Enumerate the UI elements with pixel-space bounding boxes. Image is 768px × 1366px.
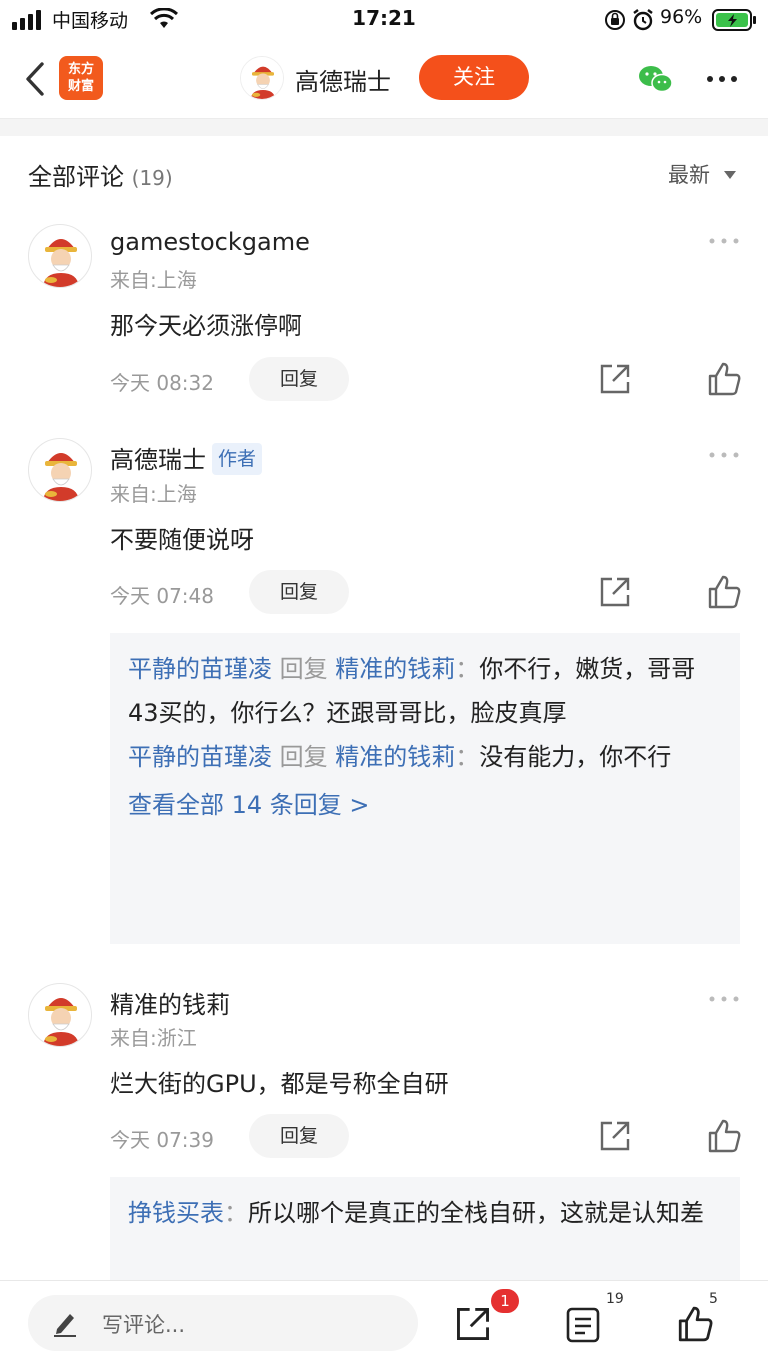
comment-more-icon[interactable] bbox=[708, 994, 740, 1004]
share-icon[interactable] bbox=[598, 1119, 632, 1153]
reply-button[interactable]: 回复 bbox=[249, 570, 349, 614]
bottom-action-bar: 写评论... 1 19 5 bbox=[0, 1280, 768, 1366]
thumbs-up-icon[interactable] bbox=[706, 1118, 742, 1154]
battery-icon bbox=[712, 9, 756, 31]
nav-title: 高德瑞士 bbox=[295, 68, 391, 96]
fortune-god-avatar-icon bbox=[241, 57, 283, 99]
reply-item[interactable]: 平静的苗瑾凌 回复 精准的钱莉：没有能力，你不行 bbox=[128, 735, 722, 779]
pencil-icon bbox=[54, 1314, 76, 1337]
comment-username[interactable]: 精准的钱莉 bbox=[110, 985, 230, 1020]
sort-label: 最新 bbox=[668, 163, 710, 187]
comment-username[interactable]: gamestockgame bbox=[110, 228, 310, 256]
battery-percent: 96% bbox=[660, 6, 703, 28]
reply-colon: ： bbox=[455, 743, 480, 771]
author-badge: 作者 bbox=[212, 443, 263, 475]
share-icon[interactable] bbox=[454, 1305, 492, 1343]
app-logo[interactable]: 东方 财富 bbox=[59, 56, 103, 100]
share-icon[interactable] bbox=[598, 362, 632, 396]
comment-text: 烂大街的GPU，都是号称全自研 bbox=[110, 1070, 449, 1098]
comment-input[interactable] bbox=[28, 1295, 418, 1351]
fortune-god-avatar-icon bbox=[43, 239, 79, 287]
like-count: 5 bbox=[709, 1291, 718, 1307]
reply-item[interactable]: 平静的苗瑾凌 回复 精准的钱莉：你不行，嫩货，哥哥 43买的，你行么？还跟哥哥比… bbox=[128, 647, 722, 735]
comment-time: 今天 08:32 bbox=[110, 371, 214, 395]
share-icon[interactable] bbox=[598, 575, 632, 609]
comment-avatar[interactable] bbox=[28, 983, 92, 1047]
thumbs-up-icon[interactable] bbox=[676, 1305, 714, 1343]
orientation-lock-icon bbox=[605, 10, 625, 30]
sort-dropdown[interactable]: 最新 bbox=[668, 159, 737, 189]
reply-text: 所以哪个是真正的全栈自研，这就是认知差 bbox=[248, 1199, 704, 1227]
reply-button[interactable]: 回复 bbox=[249, 1114, 349, 1158]
reply-item[interactable]: 挣钱买表：所以哪个是真正的全栈自研，这就是认知差 bbox=[128, 1191, 722, 1235]
wechat-icon[interactable] bbox=[638, 64, 674, 94]
see-all-replies-link[interactable]: 查看全部 14 条回复 > bbox=[128, 783, 722, 827]
comment-username[interactable]: 高德瑞士 作者 bbox=[110, 440, 263, 475]
reply-target[interactable]: 精准的钱莉 bbox=[335, 655, 455, 683]
thumbs-up-icon[interactable] bbox=[706, 574, 742, 610]
comment-more-icon[interactable] bbox=[708, 450, 740, 460]
reply-text: 没有能力，你不行 bbox=[479, 743, 672, 771]
logo-line-2: 财富 bbox=[67, 79, 94, 94]
comment-avatar[interactable] bbox=[28, 224, 92, 288]
share-badge: 1 bbox=[491, 1289, 519, 1313]
reply-target[interactable]: 精准的钱莉 bbox=[335, 743, 455, 771]
nav-divider bbox=[0, 118, 768, 136]
comments-heading: 全部评论 (19) bbox=[28, 157, 173, 192]
back-arrow-icon[interactable] bbox=[22, 62, 48, 96]
comment-more-icon[interactable] bbox=[708, 236, 740, 246]
comments-heading-label: 全部评论 bbox=[28, 163, 124, 191]
fortune-god-avatar-icon bbox=[43, 998, 79, 1046]
comments-list-icon[interactable] bbox=[566, 1307, 600, 1343]
reply-button[interactable]: 回复 bbox=[249, 357, 349, 401]
alarm-icon bbox=[633, 9, 653, 31]
comment-text: 不要随便说呀 bbox=[110, 526, 254, 554]
replies-box: 平静的苗瑾凌 回复 精准的钱莉：你不行，嫩货，哥哥 43买的，你行么？还跟哥哥比… bbox=[110, 633, 740, 944]
status-bar: 中国移动 17:21 96% bbox=[0, 0, 768, 40]
comment-text: 那今天必须涨停啊 bbox=[110, 312, 302, 340]
comment-input-placeholder: 写评论... bbox=[102, 1313, 186, 1337]
comment-count: 19 bbox=[606, 1291, 624, 1307]
reply-colon: ： bbox=[455, 655, 480, 683]
reply-author[interactable]: 平静的苗瑾凌 bbox=[128, 655, 272, 683]
logo-line-1: 东方 bbox=[67, 62, 94, 77]
reply-colon: ： bbox=[224, 1199, 248, 1227]
comments-count: (19) bbox=[131, 166, 173, 190]
reply-verb: 回复 bbox=[279, 743, 328, 771]
reply-author[interactable]: 平静的苗瑾凌 bbox=[128, 743, 272, 771]
comment-username-text: 高德瑞士 bbox=[110, 446, 206, 474]
more-menu-icon[interactable] bbox=[706, 74, 738, 84]
comment-avatar[interactable] bbox=[28, 438, 92, 502]
reply-author[interactable]: 挣钱买表 bbox=[128, 1199, 224, 1227]
thumbs-up-icon[interactable] bbox=[706, 361, 742, 397]
comment-location: 来自:上海 bbox=[110, 268, 197, 292]
comment-location: 来自:浙江 bbox=[110, 1026, 197, 1050]
comment-time: 今天 07:39 bbox=[110, 1128, 214, 1152]
comment-time: 今天 07:48 bbox=[110, 584, 214, 608]
caret-down-icon bbox=[723, 171, 736, 179]
author-avatar[interactable] bbox=[240, 56, 284, 100]
follow-button[interactable]: 关注 bbox=[419, 55, 529, 100]
fortune-god-avatar-icon bbox=[43, 453, 79, 501]
comment-location: 来自:上海 bbox=[110, 482, 197, 506]
replies-box: 挣钱买表：所以哪个是真正的全栈自研，这就是认知差 bbox=[110, 1177, 740, 1280]
reply-verb: 回复 bbox=[279, 655, 328, 683]
